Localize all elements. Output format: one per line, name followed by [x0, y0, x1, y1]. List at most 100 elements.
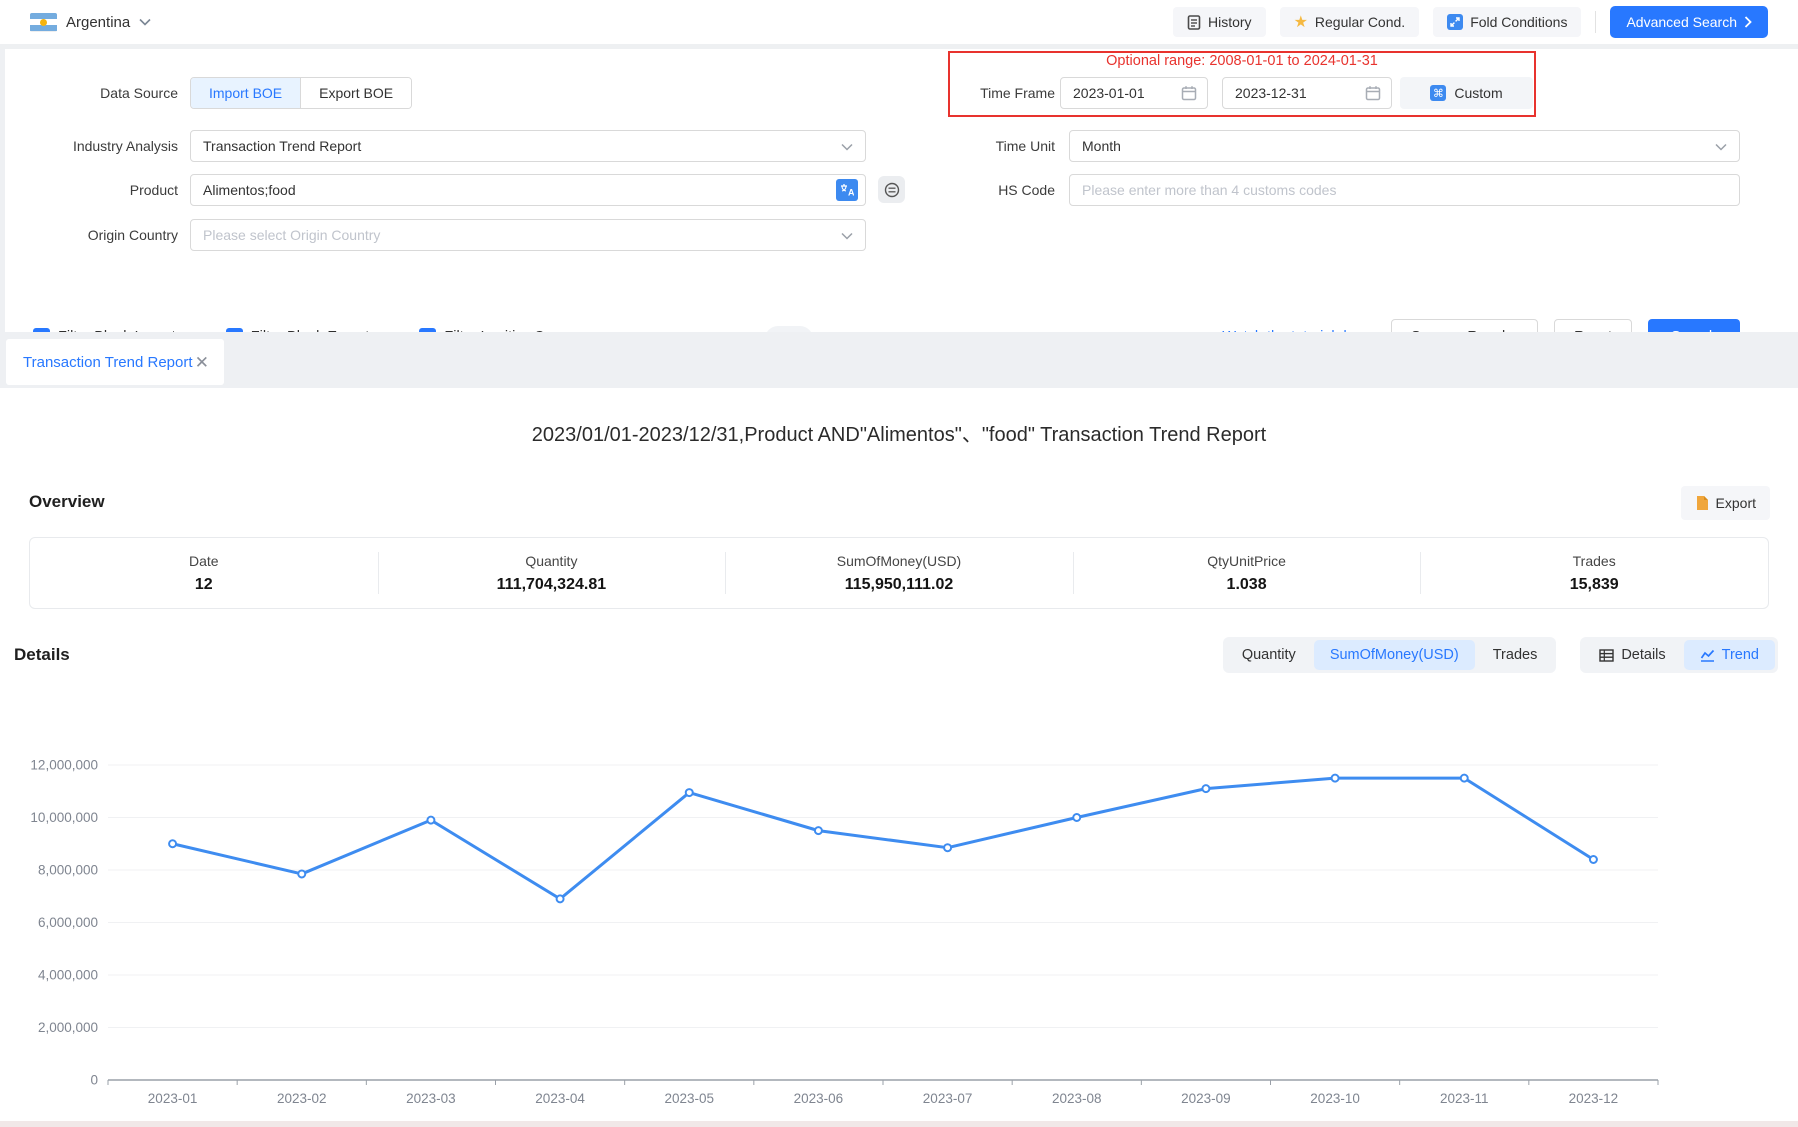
- stat-label: QtyUnitPrice: [1207, 553, 1286, 569]
- stat-value: 111,704,324.81: [497, 576, 606, 594]
- export-file-icon: [1695, 495, 1709, 511]
- close-icon[interactable]: ✕: [195, 354, 209, 371]
- end-date-input[interactable]: 2023-12-31: [1222, 77, 1392, 109]
- start-date-input[interactable]: 2023-01-01: [1060, 77, 1208, 109]
- custom-time-button[interactable]: ⌘ Custom: [1400, 77, 1533, 109]
- stat-date: Date 12: [30, 538, 378, 608]
- origin-country-select[interactable]: Please select Origin Country: [190, 219, 866, 251]
- svg-text:4,000,000: 4,000,000: [38, 968, 98, 983]
- star-icon: ★: [1294, 14, 1308, 30]
- end-date-value: 2023-12-31: [1235, 85, 1307, 101]
- product-label: Product: [0, 174, 178, 206]
- industry-analysis-value: Transaction Trend Report: [203, 138, 361, 154]
- data-source-label: Data Source: [0, 77, 178, 109]
- svg-text:2023-09: 2023-09: [1181, 1091, 1231, 1106]
- topbar-divider: [1595, 11, 1596, 33]
- svg-text:2023-06: 2023-06: [794, 1091, 844, 1106]
- history-label: History: [1208, 14, 1252, 30]
- fold-conditions-label: Fold Conditions: [1470, 14, 1567, 30]
- fold-conditions-button[interactable]: Fold Conditions: [1433, 7, 1581, 37]
- svg-text:12,000,000: 12,000,000: [30, 758, 98, 773]
- export-boe-option[interactable]: Export BOE: [300, 78, 411, 108]
- advanced-search-label: Advanced Search: [1626, 14, 1737, 30]
- stat-quantity: Quantity 111,704,324.81: [378, 538, 726, 608]
- advanced-search-button[interactable]: Advanced Search: [1610, 6, 1768, 38]
- start-date-value: 2023-01-01: [1073, 85, 1145, 101]
- hs-code-input[interactable]: [1069, 174, 1740, 206]
- trend-chart: 12,000,000 10,000,000 8,000,000 6,000,000 4,…: [0, 718, 1798, 1121]
- topbar: Argentina History ★ Regular Cond.: [0, 0, 1798, 44]
- svg-text:2023-01: 2023-01: [148, 1091, 198, 1106]
- stat-sum-of-money: SumOfMoney(USD) 115,950,111.02: [725, 538, 1073, 608]
- svg-text:0: 0: [90, 1073, 98, 1088]
- view-trend-label: Trend: [1722, 647, 1759, 663]
- stat-value: 15,839: [1570, 576, 1619, 594]
- calendar-icon: [1365, 85, 1381, 101]
- origin-country-placeholder: Please select Origin Country: [203, 227, 380, 243]
- import-boe-option[interactable]: Import BOE: [191, 78, 300, 108]
- fold-icon: [1447, 14, 1463, 30]
- metric-toggle: Quantity SumOfMoney(USD) Trades: [1223, 637, 1557, 673]
- line-chart-icon: [1700, 649, 1715, 662]
- time-unit-value: Month: [1082, 138, 1121, 154]
- metric-quantity-button[interactable]: Quantity: [1226, 640, 1312, 670]
- stat-value: 1.038: [1227, 576, 1267, 594]
- chevron-down-icon: [139, 18, 151, 26]
- industry-analysis-label: Industry Analysis: [0, 130, 178, 162]
- country-name: Argentina: [66, 14, 130, 31]
- history-button[interactable]: History: [1173, 7, 1266, 37]
- tab-transaction-trend-report[interactable]: Transaction Trend Report ✕: [6, 339, 224, 385]
- argentina-flag-icon: [30, 13, 57, 32]
- metric-trades-button[interactable]: Trades: [1477, 640, 1554, 670]
- time-frame-label: Time Frame: [885, 77, 1055, 109]
- view-toggle: Details Trend: [1580, 637, 1778, 673]
- overview-stats-card: Date 12 Quantity 111,704,324.81 SumOfMon…: [29, 537, 1769, 609]
- overview-heading: Overview: [29, 492, 105, 512]
- chevron-down-icon: [841, 143, 853, 151]
- chevron-down-icon: [841, 232, 853, 240]
- stat-label: SumOfMoney(USD): [837, 553, 961, 569]
- report-title: 2023/01/01-2023/12/31,Product AND"Alimen…: [0, 418, 1798, 447]
- bottom-edge-strip: [0, 1121, 1798, 1127]
- translate-icon[interactable]: A: [836, 179, 858, 201]
- view-trend-button[interactable]: Trend: [1684, 640, 1775, 670]
- custom-label: Custom: [1454, 85, 1502, 101]
- regular-conditions-label: Regular Cond.: [1315, 14, 1405, 30]
- stat-label: Quantity: [525, 553, 577, 569]
- chevron-right-icon: [1744, 16, 1752, 28]
- details-toggles: Quantity SumOfMoney(USD) Trades Details: [1223, 637, 1778, 673]
- export-button[interactable]: Export: [1681, 486, 1770, 520]
- calendar-icon: [1181, 85, 1197, 101]
- regular-conditions-button[interactable]: ★ Regular Cond.: [1280, 7, 1420, 37]
- custom-icon: ⌘: [1430, 85, 1446, 101]
- view-details-button[interactable]: Details: [1583, 640, 1681, 670]
- time-unit-select[interactable]: Month: [1069, 130, 1740, 162]
- time-unit-label: Time Unit: [885, 130, 1055, 162]
- svg-text:10,000,000: 10,000,000: [30, 810, 98, 825]
- tab-label: Transaction Trend Report: [23, 354, 193, 371]
- metric-sum-of-money-button[interactable]: SumOfMoney(USD): [1314, 640, 1475, 670]
- origin-country-label: Origin Country: [0, 219, 178, 251]
- country-selector[interactable]: Argentina: [30, 13, 151, 32]
- svg-text:2023-04: 2023-04: [535, 1091, 585, 1106]
- data-source-toggle: Import BOE Export BOE: [190, 77, 412, 109]
- stat-value: 115,950,111.02: [845, 576, 954, 594]
- tab-strip: Transaction Trend Report ✕: [0, 332, 1798, 388]
- svg-text:6,000,000: 6,000,000: [38, 915, 98, 930]
- details-heading: Details: [14, 645, 70, 665]
- view-details-label: Details: [1621, 647, 1665, 663]
- svg-text:2023-10: 2023-10: [1310, 1091, 1360, 1106]
- product-input[interactable]: [190, 174, 866, 206]
- stat-value: 12: [195, 576, 213, 594]
- stat-label: Trades: [1573, 553, 1616, 569]
- search-form: Data Source Import BOE Export BOE Option…: [0, 49, 1798, 332]
- svg-text:2023-08: 2023-08: [1052, 1091, 1102, 1106]
- stat-label: Date: [189, 553, 219, 569]
- industry-analysis-select[interactable]: Transaction Trend Report: [190, 130, 866, 162]
- chevron-down-icon: [1715, 143, 1727, 151]
- export-label: Export: [1716, 495, 1756, 511]
- svg-text:8,000,000: 8,000,000: [38, 863, 98, 878]
- stat-trades: Trades 15,839: [1420, 538, 1768, 608]
- trend-chart-svg[interactable]: 12,000,000 10,000,000 8,000,000 6,000,000 4,…: [0, 718, 1798, 1121]
- hs-code-label: HS Code: [885, 174, 1055, 206]
